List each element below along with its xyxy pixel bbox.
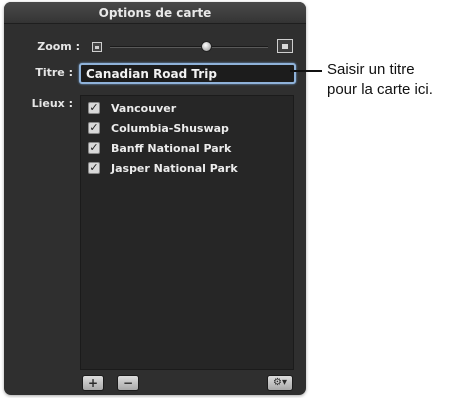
remove-place-button[interactable]: − bbox=[117, 375, 139, 391]
zoom-slider-track[interactable] bbox=[110, 46, 268, 48]
zoom-in-icon[interactable] bbox=[277, 39, 293, 53]
map-options-panel: Options de carte Zoom : Titre : Lieux : … bbox=[4, 2, 306, 395]
place-name: Vancouver bbox=[111, 102, 177, 115]
title-label: Titre : bbox=[35, 66, 73, 79]
map-title-input[interactable] bbox=[79, 63, 296, 84]
zoom-label: Zoom : bbox=[37, 40, 80, 53]
panel-titlebar[interactable]: Options de carte bbox=[4, 2, 306, 24]
place-name: Jasper National Park bbox=[111, 162, 238, 175]
places-list[interactable]: ✓ Vancouver ✓ Columbia-Shuswap ✓ Banff N… bbox=[80, 95, 294, 370]
panel-title: Options de carte bbox=[98, 6, 212, 20]
add-place-button[interactable]: + bbox=[82, 375, 104, 391]
place-name: Columbia-Shuswap bbox=[111, 122, 229, 135]
checkbox-banff[interactable]: ✓ bbox=[88, 142, 100, 154]
zoom-slider-knob[interactable] bbox=[201, 41, 212, 52]
checkbox-columbia-shuswap[interactable]: ✓ bbox=[88, 122, 100, 134]
callout-text: Saisir un titre pour la carte ici. bbox=[327, 60, 461, 100]
callout-line-1: Saisir un titre bbox=[327, 61, 415, 78]
zoom-out-icon[interactable] bbox=[92, 42, 102, 52]
callout-line-2: pour la carte ici. bbox=[327, 81, 433, 98]
places-label: Lieux : bbox=[31, 97, 73, 110]
checkbox-jasper[interactable]: ✓ bbox=[88, 162, 100, 174]
place-name: Banff National Park bbox=[111, 142, 232, 155]
gear-action-button[interactable]: ⚙▾ bbox=[267, 375, 293, 391]
checkbox-vancouver[interactable]: ✓ bbox=[88, 102, 100, 114]
callout-line bbox=[290, 70, 322, 72]
